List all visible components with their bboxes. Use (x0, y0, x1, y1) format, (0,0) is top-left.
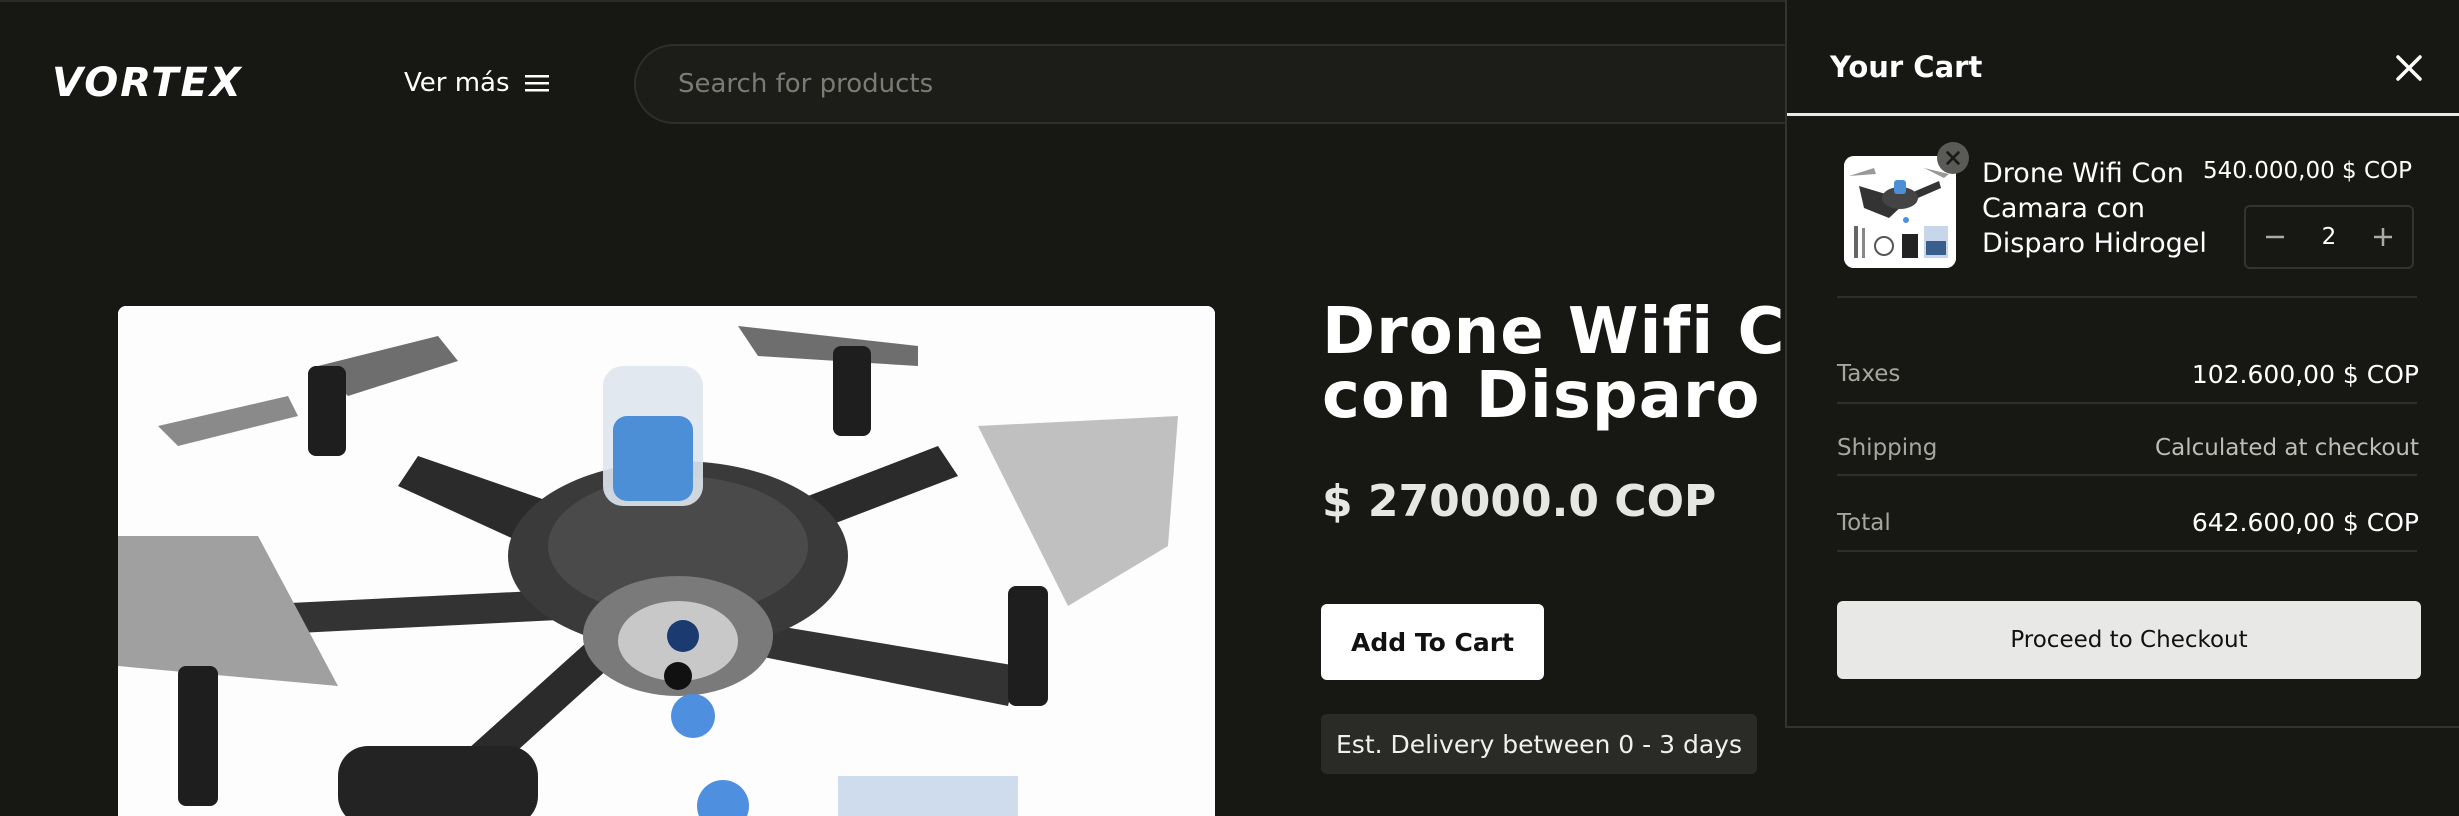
proceed-to-checkout-button[interactable]: Proceed to Checkout (1837, 601, 2421, 679)
logo-text: VORTEX (52, 62, 243, 102)
divider (1837, 402, 2417, 404)
total-label: Total (1837, 510, 1891, 536)
taxes-value: 102.600,00 $ COP (2191, 360, 2419, 389)
ver-mas-label: Ver más (404, 68, 510, 98)
divider (1837, 296, 2417, 298)
search-input[interactable] (678, 69, 1962, 99)
add-to-cart-button[interactable]: Add To Cart (1321, 604, 1544, 680)
close-icon[interactable] (2393, 52, 2425, 84)
divider (1837, 550, 2417, 552)
product-price: $ 270000.0 COP (1322, 476, 1717, 527)
quantity-stepper: 2 (2244, 205, 2414, 269)
cart-item-price: 540.000,00 $ COP (2203, 158, 2412, 184)
ver-mas-menu-button[interactable]: Ver más (404, 66, 550, 100)
total-value: 642.600,00 $ COP (2191, 508, 2419, 537)
vortex-logo[interactable]: VORTEX (52, 60, 302, 106)
product-title: Drone Wifi Con Camara con Disparo Hidrog… (1322, 300, 1802, 440)
shipping-label: Shipping (1837, 435, 1938, 461)
plus-icon[interactable] (2368, 222, 2398, 252)
divider (1837, 474, 2417, 476)
minus-icon[interactable] (2260, 222, 2290, 252)
cart-drawer: Your Cart Drone Wifi Con Camara con Disp… (1785, 0, 2459, 728)
cart-header: Your Cart (1787, 0, 2459, 116)
cart-item-name[interactable]: Drone Wifi Con Camara con Disparo Hidrog… (1982, 156, 2212, 261)
cart-item-thumbnail (1844, 156, 1956, 268)
search-bar[interactable] (634, 44, 1964, 124)
remove-item-icon[interactable] (1937, 142, 1969, 174)
product-image (118, 306, 1215, 816)
delivery-estimate-badge: Est. Delivery between 0 - 3 days (1321, 714, 1757, 774)
shipping-value: Calculated at checkout (2155, 435, 2419, 461)
cart-title: Your Cart (1830, 50, 1983, 84)
product-title-line-2: con Disparo Hidrogel (1322, 359, 1802, 433)
quantity-value: 2 (2321, 224, 2337, 250)
delivery-estimate-text: Est. Delivery between 0 - 3 days (1336, 729, 1742, 759)
product-title-line-1: Drone Wifi Con Camara (1322, 300, 1802, 369)
hamburger-icon (524, 75, 549, 92)
taxes-label: Taxes (1837, 361, 1901, 387)
